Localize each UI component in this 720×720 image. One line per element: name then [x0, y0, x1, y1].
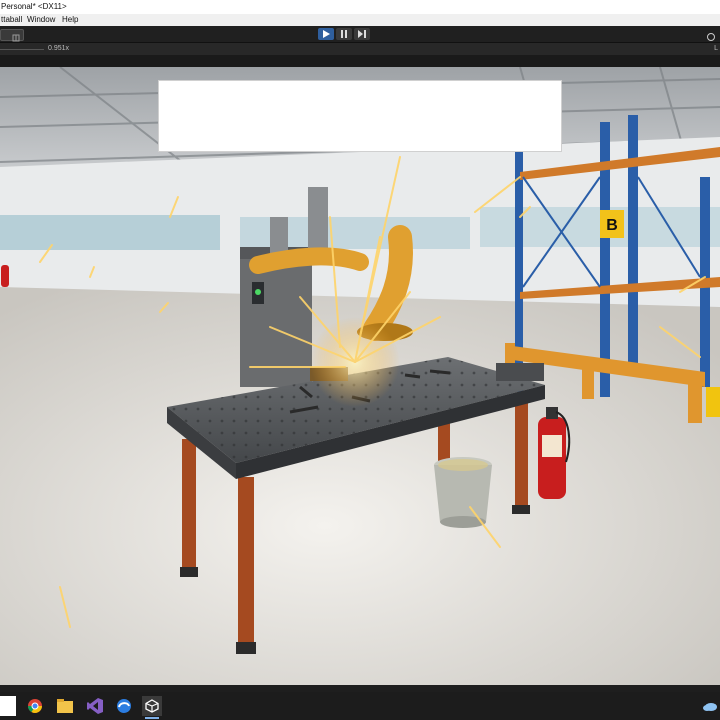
game-view-right-label: L — [714, 45, 718, 52]
search-box[interactable] — [0, 696, 16, 716]
unity-button[interactable] — [142, 696, 162, 719]
grid-icon — [12, 34, 20, 42]
menu-bar: ttaball Window Help — [0, 14, 720, 26]
browser-button[interactable] — [114, 696, 134, 716]
table-leg — [238, 477, 254, 647]
blank-overlay-panel — [158, 80, 562, 152]
taskbar — [0, 692, 720, 720]
railing-post — [688, 373, 702, 423]
chrome-button[interactable] — [25, 696, 45, 716]
extraction-hose — [249, 247, 369, 274]
game-view-header: 0.951x L — [0, 43, 720, 55]
menu-item-help[interactable]: Help — [62, 14, 78, 26]
window-title: Personal* <DX11> — [1, 2, 67, 11]
browser-icon — [117, 699, 131, 713]
game-view-separator — [0, 55, 720, 67]
active-app-indicator — [145, 717, 159, 719]
pause-button[interactable] — [336, 28, 352, 40]
file-explorer-icon — [57, 699, 73, 713]
visual-studio-button[interactable] — [85, 696, 105, 716]
editor-toolbar — [0, 26, 720, 43]
collab-button[interactable] — [704, 29, 718, 41]
pause-icon — [341, 30, 347, 38]
step-button[interactable] — [354, 28, 370, 40]
water-bucket — [434, 457, 492, 528]
rack-upright — [628, 115, 638, 375]
file-explorer-button[interactable] — [55, 696, 75, 716]
railing-post-striped — [706, 387, 720, 417]
shelf-sign-label: B — [606, 217, 618, 234]
menu-item-gameball[interactable]: ttaball — [1, 14, 22, 26]
fire-extinguisher — [538, 407, 571, 499]
visual-studio-icon — [87, 698, 103, 714]
play-icon — [323, 30, 330, 38]
wall-extinguisher — [1, 265, 9, 287]
play-controls — [318, 28, 370, 40]
table-leg — [182, 439, 196, 569]
wall-windows-left — [0, 215, 220, 250]
step-icon — [358, 30, 366, 38]
railing-post — [582, 357, 594, 399]
scale-value: 0.951x — [48, 45, 70, 52]
cloud-icon — [703, 703, 717, 711]
table-leg — [515, 397, 528, 507]
warehouse-scene: B — [0, 67, 720, 685]
chrome-icon — [28, 699, 42, 713]
game-viewport[interactable]: B — [0, 67, 720, 685]
bench-vise — [496, 363, 544, 381]
unity-icon — [145, 699, 159, 713]
layout-toggle-button[interactable] — [0, 29, 24, 42]
window-title-bar: Personal* <DX11> — [0, 0, 720, 14]
play-button[interactable] — [318, 28, 334, 40]
onedrive-button[interactable] — [700, 696, 720, 716]
menu-item-window[interactable]: Window — [27, 14, 55, 26]
cloud-status-icon — [707, 33, 715, 41]
scale-slider[interactable] — [0, 49, 44, 50]
duct-pipe — [308, 187, 328, 257]
